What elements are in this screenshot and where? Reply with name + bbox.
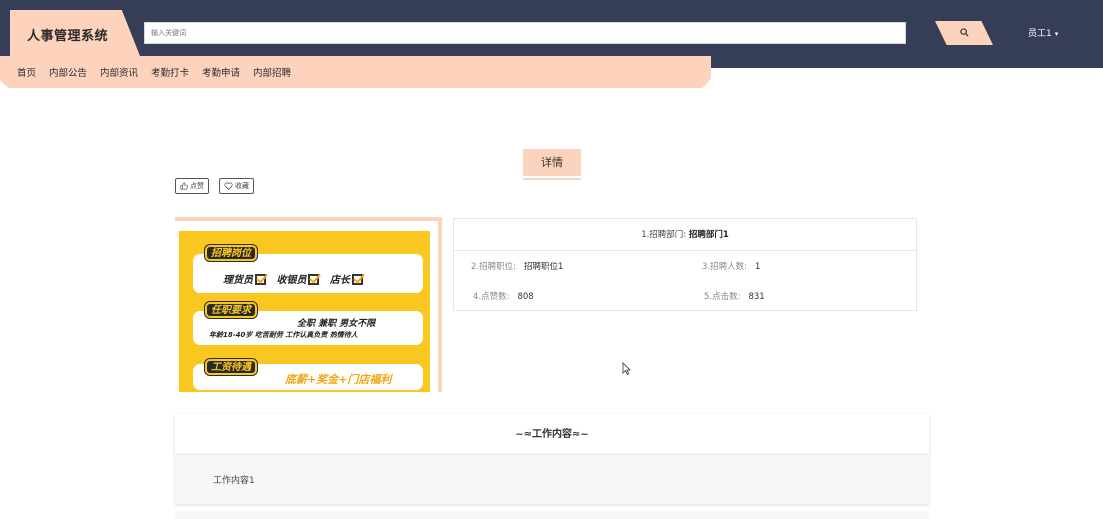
nav-item-recruitment[interactable]: 内部招聘 bbox=[253, 65, 291, 79]
like-label: 点赞 bbox=[190, 182, 204, 190]
collect-button[interactable]: 收藏 bbox=[219, 178, 254, 194]
count-value: 1 bbox=[754, 262, 761, 272]
search-input[interactable] bbox=[144, 22, 906, 44]
nav-item-home[interactable]: 首页 bbox=[17, 65, 36, 79]
likes-value: 808 bbox=[517, 292, 534, 302]
position-label: 2.招聘职位: bbox=[471, 262, 516, 272]
nav-item-news[interactable]: 内部资讯 bbox=[100, 65, 138, 79]
user-label: 员工1 bbox=[1028, 29, 1052, 39]
nav-item-attendance-request[interactable]: 考勤申请 bbox=[202, 65, 240, 79]
check-icon bbox=[255, 274, 266, 285]
info-header: 1.招聘部门: 招聘部门1 bbox=[454, 219, 916, 251]
poster-salary: 底薪+奖金+门店福利 bbox=[285, 373, 392, 386]
work-content-header: ~≈工作内容≈~ bbox=[175, 414, 929, 455]
collect-label: 收藏 bbox=[235, 182, 249, 190]
likes-cell: 4.点赞数: 808 bbox=[473, 290, 534, 302]
nav-item-announcements[interactable]: 内部公告 bbox=[49, 65, 87, 79]
poster-role-2: 收银员 bbox=[276, 275, 307, 286]
clicks-cell: 5.点击数: 831 bbox=[704, 290, 765, 302]
check-icon bbox=[308, 274, 320, 285]
detail-tab: 详情 bbox=[523, 149, 581, 176]
work-content-title: 工作内容 bbox=[532, 429, 572, 440]
poster-req-line1: 全职 兼职 男女不限 bbox=[297, 319, 376, 329]
position-value: 招聘职位1 bbox=[523, 262, 564, 272]
clicks-value: 831 bbox=[748, 292, 765, 302]
nav-item-clock-in[interactable]: 考勤打卡 bbox=[151, 65, 189, 79]
poster-image: 招聘岗位 理货员 收银员 店长 任职要求 全职 兼职 男女不限 年龄18-40岁… bbox=[179, 231, 430, 392]
wave-left-icon: ~≈ bbox=[515, 429, 532, 440]
heart-icon bbox=[224, 182, 233, 190]
wave-right-icon: ≈~ bbox=[572, 429, 589, 440]
dept-value: 招聘部门1 bbox=[688, 230, 729, 240]
work-content-section: ~≈工作内容≈~ 工作内容1 bbox=[175, 414, 929, 504]
main-nav: 首页 内部公告 内部资讯 考勤打卡 考勤申请 内部招聘 bbox=[0, 56, 711, 88]
work-content-text: 工作内容1 bbox=[213, 476, 255, 486]
likes-label: 4.点赞数: bbox=[473, 292, 510, 302]
detail-underline bbox=[523, 178, 581, 180]
next-section bbox=[175, 513, 929, 519]
brand-title: 人事管理系统 bbox=[27, 29, 109, 44]
poster-role-1: 理货员 bbox=[223, 275, 253, 286]
mouse-cursor-icon bbox=[622, 362, 631, 375]
poster-tag-salary: 工资待遇 bbox=[205, 359, 257, 375]
poster-req-line2: 年龄18-40岁 吃苦耐劳 工作认真负责 热情待人 bbox=[209, 331, 358, 339]
clicks-label: 5.点击数: bbox=[704, 292, 741, 302]
count-cell: 3.招聘人数: 1 bbox=[702, 260, 760, 272]
poster-tag-positions: 招聘岗位 bbox=[205, 245, 257, 261]
poster-roles: 理货员 收银员 店长 bbox=[223, 271, 363, 286]
position-cell: 2.招聘职位: 招聘职位1 bbox=[471, 260, 563, 272]
brand-logo[interactable]: 人事管理系统 bbox=[10, 10, 140, 56]
recruitment-info-table: 1.招聘部门: 招聘部门1 2.招聘职位: 招聘职位1 3.招聘人数: 1 4.点赞… bbox=[453, 218, 917, 311]
dept-label: 1.招聘部门: bbox=[641, 230, 687, 240]
search-icon bbox=[960, 28, 969, 37]
count-label: 3.招聘人数: bbox=[702, 262, 747, 272]
recruitment-poster: 招聘岗位 理货员 收银员 店长 任职要求 全职 兼职 男女不限 年龄18-40岁… bbox=[175, 217, 442, 392]
poster-tag-requirements: 任职要求 bbox=[205, 302, 257, 318]
thumbs-up-icon bbox=[180, 182, 188, 190]
user-menu[interactable]: 员工1 ▾ bbox=[1028, 26, 1058, 39]
caret-down-icon: ▾ bbox=[1054, 30, 1059, 38]
check-icon bbox=[351, 274, 363, 285]
like-button[interactable]: 点赞 bbox=[175, 178, 209, 194]
poster-role-3: 店长 bbox=[329, 275, 350, 286]
